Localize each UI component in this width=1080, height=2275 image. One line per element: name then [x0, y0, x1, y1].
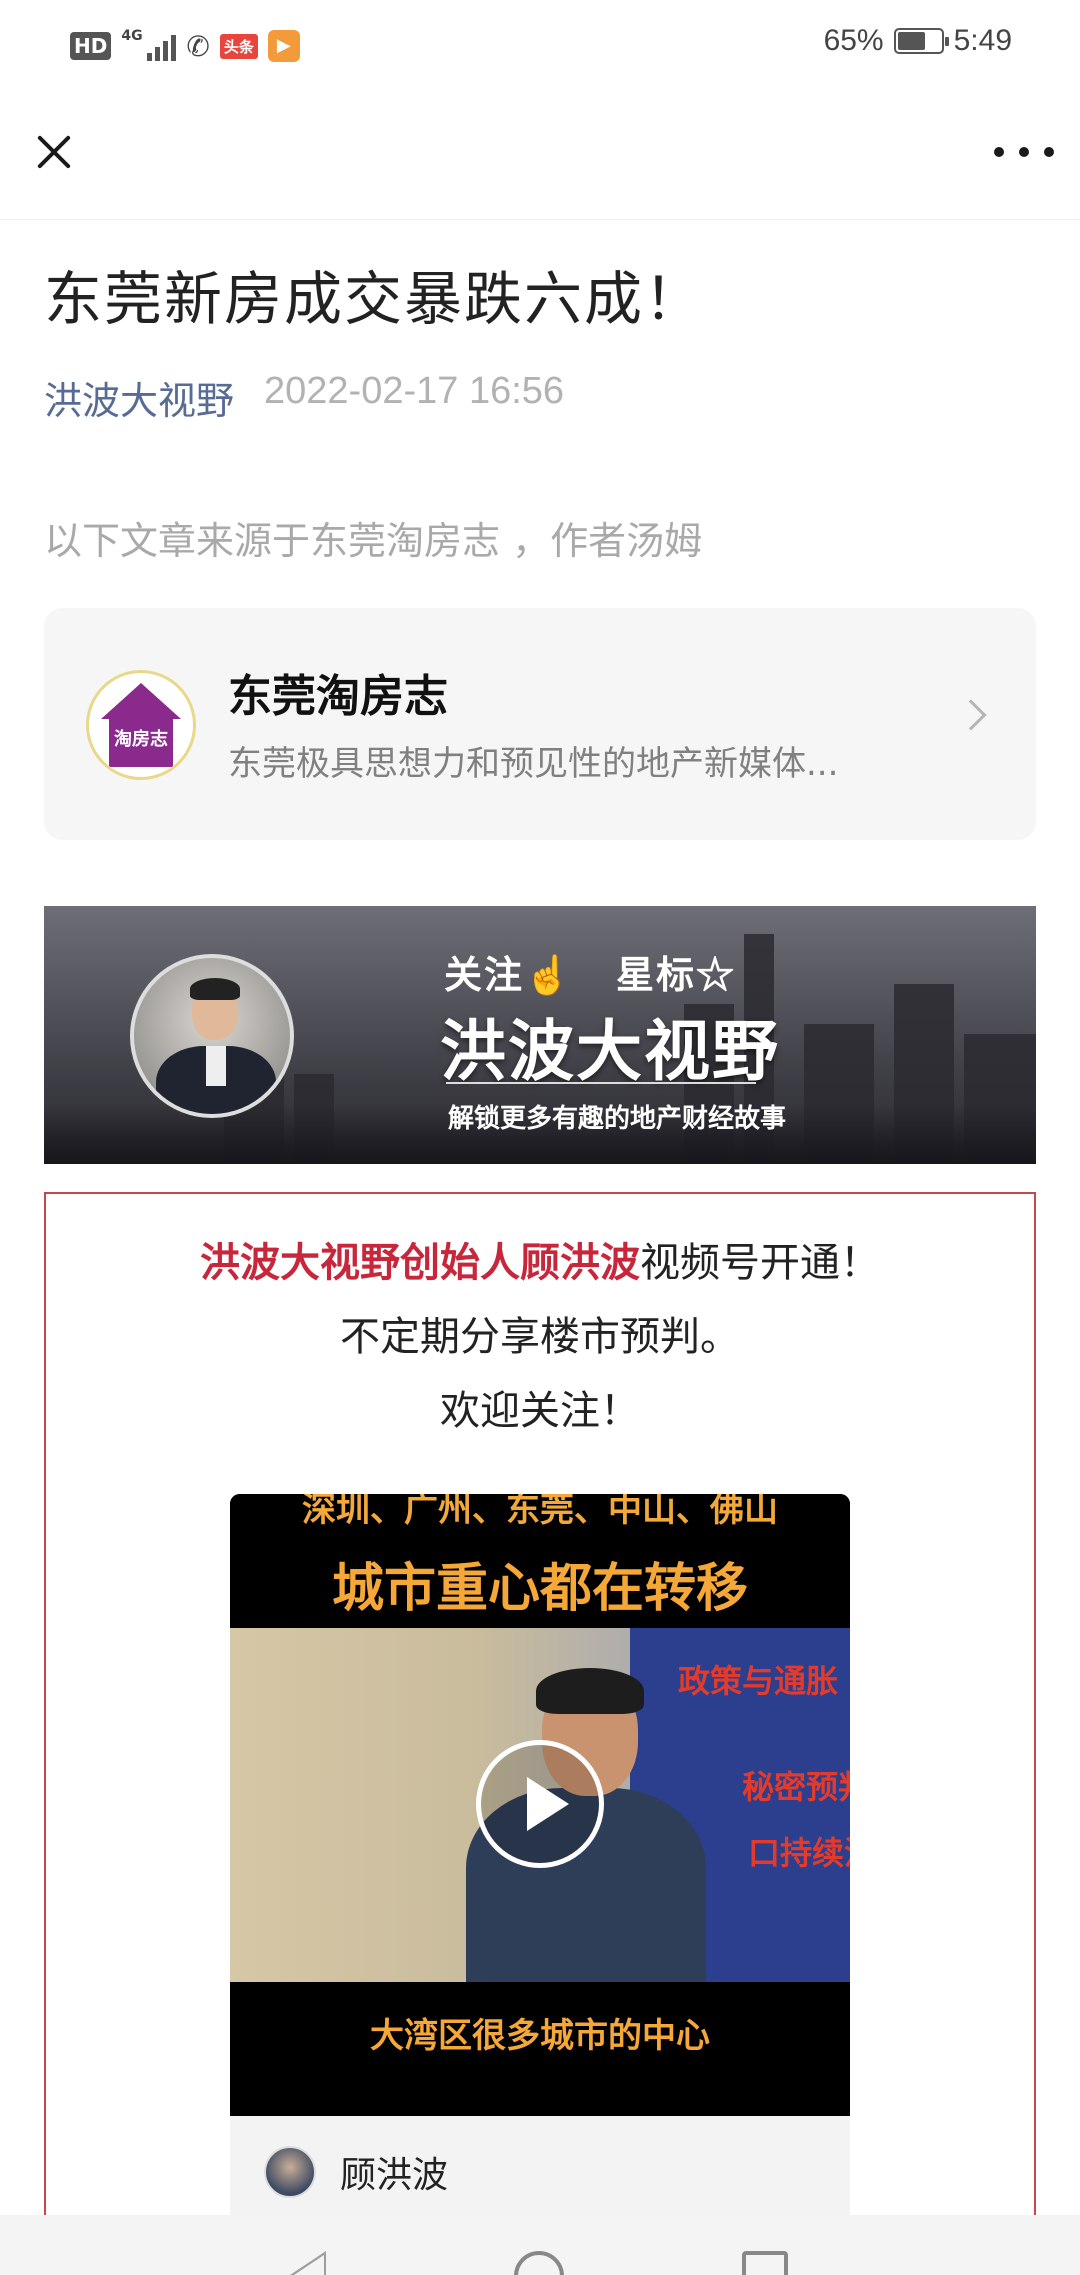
- chevron-right-icon: [955, 699, 987, 731]
- video-bottom-caption-area: 大湾区很多城市的中心: [230, 1982, 850, 2116]
- battery-fill: [897, 32, 925, 50]
- video-author-avatar: [264, 2146, 316, 2198]
- home-icon[interactable]: [514, 2251, 564, 2275]
- source-note: 以下文章来源于东莞淘房志 ，作者汤姆: [44, 519, 703, 563]
- video-player[interactable]: 深圳、广州、东莞、中山、佛山 城市重心都在转移 政策与通胀 秘密预判二 口持续流…: [230, 1494, 850, 2116]
- status-icons-left: HD 4G ✆ 头条 ▶: [70, 28, 300, 64]
- publish-date: 2022-02-17 16:56: [264, 370, 565, 412]
- video-screen-text-3: 口持续流入: [748, 1834, 850, 1872]
- battery-percent: 65%: [823, 24, 884, 57]
- author-link[interactable]: 洪波大视野: [44, 370, 234, 425]
- banner-subtitle: 解锁更多有趣的地产财经故事: [448, 1104, 787, 1134]
- status-icons-right: 65% 5:49: [824, 24, 1012, 58]
- promo-box: 洪波大视野创始人顾洪波视频号开通！ 不定期分享楼市预判。 欢迎关注！ 深圳、广州…: [44, 1192, 1036, 2215]
- more-icon[interactable]: [994, 144, 1054, 160]
- video-app-icon: ▶: [267, 30, 300, 62]
- clock: 5:49: [953, 24, 1012, 57]
- toutiao-icon: 头条: [219, 33, 258, 59]
- promo-line-2: 不定期分享楼市预判。: [340, 1314, 740, 1360]
- promo-highlight: 洪波大视野创始人顾洪波: [200, 1240, 640, 1286]
- article-content: 东莞新房成交暴跌六成！ 洪波大视野 2022-02-17 16:56 以下文章来…: [0, 220, 1080, 2215]
- video-cities-caption: 深圳、广州、东莞、中山、佛山: [302, 1494, 778, 1530]
- article-meta: 洪波大视野 2022-02-17 16:56: [44, 370, 564, 425]
- banner-title: 洪波大视野: [440, 1012, 780, 1090]
- promo-line-1-rest: 视频号开通！: [640, 1240, 880, 1286]
- article-title: 东莞新房成交暴跌六成！: [44, 265, 705, 333]
- missed-call-icon: ✆: [186, 29, 210, 63]
- banner-star-text: 星标☆: [616, 952, 737, 997]
- account-name: 东莞淘房志: [228, 671, 448, 722]
- account-description: 东莞极具思想力和预见性的地产新媒体...: [228, 744, 839, 784]
- top-nav-bar: [0, 92, 1080, 220]
- video-screen-text-2: 秘密预判二: [742, 1768, 850, 1806]
- play-icon[interactable]: [476, 1740, 604, 1868]
- battery-icon: [893, 28, 949, 54]
- founder-avatar: [130, 954, 294, 1118]
- hd-icon: HD: [70, 32, 112, 60]
- logo-text: 淘房志: [114, 729, 168, 750]
- screen: HD 4G ✆ 头条 ▶ 65% 5:49 东莞新房成交暴跌六成！ 洪波大视野 …: [0, 0, 1080, 2275]
- signal-icon: 4G: [121, 28, 177, 61]
- house-logo-icon: 淘房志: [93, 677, 189, 773]
- status-bar: HD 4G ✆ 头条 ▶ 65% 5:49: [0, 0, 1080, 92]
- follow-banner[interactable]: 关注☝ 星标☆ 洪波大视野 解锁更多有趣的地产财经故事: [44, 906, 1036, 1164]
- video-bottom-caption: 大湾区很多城市的中心: [370, 2016, 710, 2056]
- video-author-name: 顾洪波: [340, 2155, 449, 2196]
- video-author-bar[interactable]: 顾洪波: [230, 2116, 850, 2215]
- banner-follow-text: 关注☝: [444, 952, 574, 997]
- recent-apps-icon[interactable]: [742, 2251, 788, 2275]
- banner-divider: [446, 1082, 756, 1084]
- promo-line-3: 欢迎关注！: [440, 1388, 640, 1434]
- source-account-card[interactable]: 淘房志 东莞淘房志 东莞极具思想力和预见性的地产新媒体...: [44, 608, 1036, 840]
- network-type: 4G: [121, 28, 143, 44]
- account-logo: 淘房志: [86, 670, 196, 780]
- video-top-caption: 城市重心都在转移: [331, 1558, 748, 1619]
- video-top-caption-area: 深圳、广州、东莞、中山、佛山 城市重心都在转移: [230, 1494, 850, 1628]
- system-nav-bar: [0, 2215, 1080, 2275]
- promo-line-1: 洪波大视野创始人顾洪波视频号开通！: [46, 1230, 1034, 1288]
- close-icon[interactable]: [30, 128, 78, 176]
